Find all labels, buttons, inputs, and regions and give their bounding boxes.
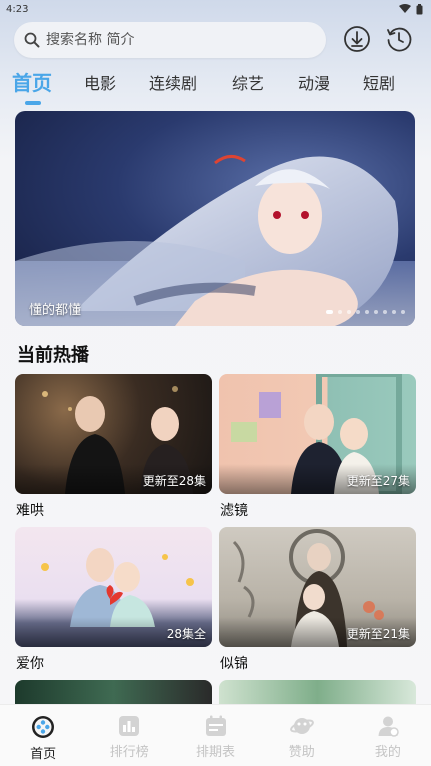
drama-thumbnail xyxy=(15,680,212,704)
pagination-dot[interactable] xyxy=(338,310,342,314)
history-clock-icon xyxy=(387,27,412,52)
calendar-icon xyxy=(205,715,226,736)
tab-variety[interactable]: 综艺 xyxy=(232,70,264,94)
nav-label: 我的 xyxy=(374,745,401,760)
tab-anime[interactable]: 动漫 xyxy=(298,70,330,94)
nav-label: 首页 xyxy=(30,747,57,762)
pagination-dot[interactable] xyxy=(383,310,387,314)
status-bar: 4:23 xyxy=(0,0,431,18)
tab-home[interactable]: 首页 xyxy=(12,67,52,96)
search-row xyxy=(14,22,418,58)
episode-badge: 28集全 xyxy=(166,627,206,641)
drama-title: 似锦 xyxy=(220,656,248,672)
nav-label: 排行榜 xyxy=(109,745,149,760)
drama-thumbnail: 更新至21集 xyxy=(219,527,416,647)
search-icon xyxy=(24,32,40,48)
home-film-reel-icon xyxy=(32,716,55,738)
episode-badge: 更新至21集 xyxy=(346,627,410,641)
bottom-navigation: 首页 排行榜 排期表 赞助 我的 xyxy=(0,704,431,766)
status-icons xyxy=(399,3,423,15)
drama-title: 滤镜 xyxy=(220,503,248,519)
drama-card[interactable]: 更新至28集 难哄 xyxy=(15,374,212,520)
banner-pagination xyxy=(326,310,405,314)
drama-thumbnail: 更新至27集 xyxy=(219,374,416,494)
download-button[interactable] xyxy=(342,24,372,54)
hero-banner[interactable]: 懂的都懂 xyxy=(15,111,415,326)
section-title: 当前热播 xyxy=(17,345,89,366)
banner-caption: 懂的都懂 xyxy=(29,303,82,318)
tab-movies[interactable]: 电影 xyxy=(84,70,116,94)
episode-badge: 更新至27集 xyxy=(346,474,410,488)
pagination-dot[interactable] xyxy=(365,310,369,314)
battery-icon xyxy=(416,3,423,14)
tab-series[interactable]: 连续剧 xyxy=(149,70,197,94)
planet-icon xyxy=(289,718,314,734)
pagination-dot[interactable] xyxy=(392,310,396,314)
pagination-dot[interactable] xyxy=(326,310,333,314)
history-button[interactable] xyxy=(384,24,414,54)
drama-thumbnail: 更新至28集 xyxy=(15,374,212,494)
nav-ranking[interactable]: 排行榜 xyxy=(86,705,172,766)
category-tabs: 首页 电影 连续剧 综艺 动漫 短剧 xyxy=(0,64,431,105)
pagination-dot[interactable] xyxy=(356,310,360,314)
nav-sponsor[interactable]: 赞助 xyxy=(259,705,345,766)
pagination-dot[interactable] xyxy=(401,310,405,314)
user-icon xyxy=(378,716,399,737)
tab-short-drama[interactable]: 短剧 xyxy=(363,70,395,94)
nav-label: 排期表 xyxy=(196,745,236,760)
search-box[interactable] xyxy=(14,22,326,58)
drama-card[interactable]: 28集全 爱你 xyxy=(15,527,212,673)
nav-profile[interactable]: 我的 xyxy=(345,705,431,766)
nav-home[interactable]: 首页 xyxy=(0,705,86,766)
nav-label: 赞助 xyxy=(288,745,315,760)
banner-artwork xyxy=(15,155,415,326)
drama-card[interactable] xyxy=(15,680,212,704)
drama-thumbnail: 28集全 xyxy=(15,527,212,647)
drama-title: 爱你 xyxy=(16,656,44,672)
drama-card[interactable]: 更新至21集 似锦 xyxy=(219,527,416,673)
episode-badge: 更新至28集 xyxy=(142,474,206,488)
drama-title: 难哄 xyxy=(16,503,44,519)
search-input[interactable] xyxy=(46,32,296,48)
status-time: 4:23 xyxy=(6,3,29,15)
bar-chart-icon xyxy=(119,716,140,736)
pagination-dot[interactable] xyxy=(374,310,378,314)
pagination-dot[interactable] xyxy=(347,310,351,314)
nav-schedule[interactable]: 排期表 xyxy=(172,705,258,766)
drama-card[interactable] xyxy=(219,680,416,704)
drama-thumbnail xyxy=(219,680,416,704)
download-icon xyxy=(344,26,370,52)
drama-card[interactable]: 更新至27集 滤镜 xyxy=(219,374,416,520)
tab-indicator xyxy=(25,101,41,105)
wifi-icon xyxy=(399,4,411,13)
